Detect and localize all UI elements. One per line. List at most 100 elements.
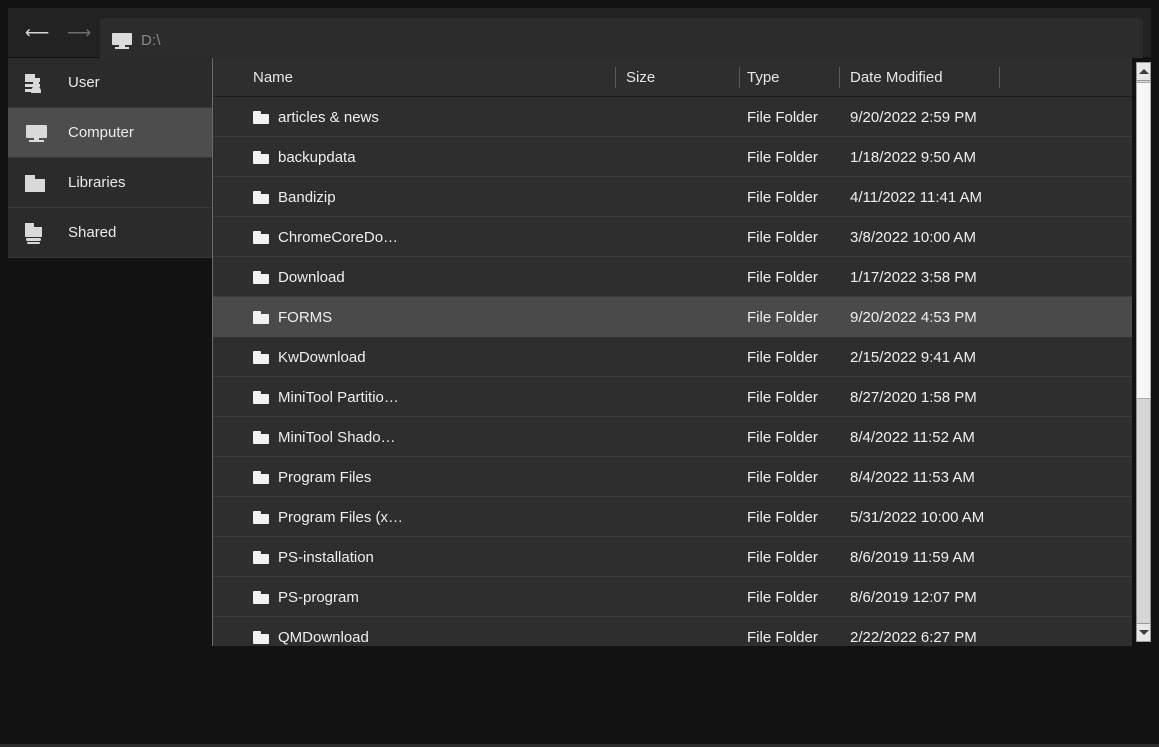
sidebar-item-user[interactable]: User <box>8 58 212 108</box>
table-row[interactable]: backupdata File Folder 1/18/2022 9:50 AM <box>213 137 1151 177</box>
cell-date-modified: 5/31/2022 10:00 AM <box>850 508 985 526</box>
cell-type: File Folder <box>747 468 818 486</box>
cell-name: MiniTool Shado… <box>253 417 453 457</box>
file-name-text: PS-installation <box>278 548 374 566</box>
cell-type: File Folder <box>747 588 818 606</box>
column-header-type[interactable]: Type <box>747 58 837 97</box>
file-name-text: MiniTool Shado… <box>278 428 396 446</box>
table-row[interactable]: Bandizip File Folder 4/11/2022 11:41 AM <box>213 177 1151 217</box>
cell-name: PS-program <box>253 577 453 617</box>
cell-type: File Folder <box>747 228 818 246</box>
cell-date-modified: 8/6/2019 12:07 PM <box>850 588 977 606</box>
table-row[interactable]: ChromeCoreDo… File Folder 3/8/2022 10:00 A… <box>213 217 1151 257</box>
cell-type: File Folder <box>747 628 818 646</box>
cell-type: File Folder <box>747 388 818 406</box>
sidebar-item-computer[interactable]: Computer <box>8 108 212 158</box>
table-row[interactable]: Download File Folder 1/17/2022 3:58 PM <box>213 257 1151 297</box>
sidebar-item-label: Libraries <box>68 174 126 191</box>
table-row[interactable]: Program Files (x… File Folder 5/31/2022 10… <box>213 497 1151 537</box>
sidebar-item-label: Shared <box>68 224 117 241</box>
column-divider[interactable] <box>999 67 1000 88</box>
cell-date-modified: 8/4/2022 11:52 AM <box>850 428 975 446</box>
scrollbar-thumb[interactable] <box>1136 82 1151 399</box>
cell-name: MiniTool Partitio… <box>253 377 453 417</box>
cell-type: File Folder <box>747 348 818 366</box>
back-arrow-icon[interactable]: ⟵ <box>16 8 58 57</box>
cell-date-modified: 8/4/2022 11:53 AM <box>850 468 975 486</box>
cell-size <box>626 337 736 377</box>
folder-icon <box>253 350 269 364</box>
user-folder-icon <box>25 73 49 93</box>
cell-type: File Folder <box>747 308 818 326</box>
cell-size <box>626 457 736 497</box>
file-name-text: Download <box>278 268 345 286</box>
folder-icon <box>253 390 269 404</box>
cell-date-modified: 9/20/2022 2:59 PM <box>850 108 977 126</box>
computer-icon <box>112 32 132 49</box>
sidebar-item-label: Computer <box>68 124 134 141</box>
table-row[interactable]: MiniTool Partitio… File Folder 8/27/2020 1… <box>213 377 1151 417</box>
folder-icon <box>253 590 269 604</box>
forward-arrow-icon[interactable]: ⟶ <box>58 8 100 57</box>
cell-type: File Folder <box>747 148 818 166</box>
cell-date-modified: 4/11/2022 11:41 AM <box>850 188 983 206</box>
triangle-down-icon <box>1138 630 1149 635</box>
sidebar-item-shared[interactable]: Shared <box>8 208 212 258</box>
cell-name: backupdata <box>253 137 453 177</box>
cell-date-modified: 2/15/2022 9:41 AM <box>850 348 976 366</box>
cell-name: KwDownload <box>253 337 453 377</box>
cell-name: Program Files (x… <box>253 497 453 537</box>
cell-name: QMDownload <box>253 617 453 645</box>
sidebar-item-libraries[interactable]: Libraries <box>8 158 212 208</box>
table-row[interactable]: QMDownload File Folder 2/22/2022 6:27 PM <box>213 617 1151 645</box>
cell-date-modified: 2/22/2022 6:27 PM <box>850 628 977 646</box>
cell-date-modified: 8/27/2020 1:58 PM <box>850 388 977 406</box>
address-bar[interactable]: D:\ <box>100 18 1143 63</box>
file-name-text: Bandizip <box>278 188 336 206</box>
dialog-footer: OK Cancel <box>0 647 1159 747</box>
address-path-text: D:\ <box>141 32 161 49</box>
cell-type: File Folder <box>747 188 818 206</box>
scroll-down-button[interactable] <box>1136 623 1151 642</box>
table-row[interactable]: PS-program File Folder 8/6/2019 12:07 PM <box>213 577 1151 617</box>
folder-icon <box>253 430 269 444</box>
column-divider[interactable] <box>615 67 616 88</box>
sidebar: User Computer Libraries Shared <box>8 58 212 258</box>
table-row[interactable]: PS-installation File Folder 8/6/2019 11:59… <box>213 537 1151 577</box>
column-header-name[interactable]: Name <box>253 58 453 97</box>
folder-icon <box>253 630 269 644</box>
cell-name: articles & news <box>253 97 453 137</box>
column-header-date-modified[interactable]: Date Modified <box>850 58 1050 97</box>
cell-size <box>626 217 736 257</box>
folder-icon <box>25 173 49 193</box>
cell-name: PS-installation <box>253 537 453 577</box>
cell-name: FORMS <box>253 297 453 337</box>
table-row[interactable]: MiniTool Shado… File Folder 8/4/2022 11:52… <box>213 417 1151 457</box>
cell-type: File Folder <box>747 548 818 566</box>
column-divider[interactable] <box>839 67 840 88</box>
table-row[interactable]: KwDownload File Folder 2/15/2022 9:41 AM <box>213 337 1151 377</box>
vertical-scrollbar[interactable] <box>1132 58 1151 646</box>
file-list-panel: Name Size Type Date Modified articles & … <box>212 58 1151 646</box>
scroll-up-button[interactable] <box>1136 62 1151 81</box>
table-row[interactable]: FORMS File Folder 9/20/2022 4:53 PM <box>213 297 1151 337</box>
cell-size <box>626 617 736 645</box>
triangle-up-icon <box>1138 69 1149 74</box>
table-row[interactable]: articles & news File Folder 9/20/2022 2:59… <box>213 97 1151 137</box>
folder-icon <box>253 470 269 484</box>
table-row[interactable]: Program Files File Folder 8/4/2022 11:53 A… <box>213 457 1151 497</box>
cell-size <box>626 257 736 297</box>
file-name-text: Program Files <box>278 468 372 486</box>
file-name-text: articles & news <box>278 108 379 126</box>
file-name-text: backupdata <box>278 148 356 166</box>
column-divider[interactable] <box>739 67 740 88</box>
file-picker-dialog: ⟵ ⟶ D:\ User Computer Libraries Shared N… <box>0 0 1159 747</box>
file-name-text: QMDownload <box>278 628 369 646</box>
cell-size <box>626 417 736 457</box>
file-list-rows: articles & news File Folder 9/20/2022 2:59… <box>213 97 1151 645</box>
cell-date-modified: 3/8/2022 10:00 AM <box>850 228 976 246</box>
cell-date-modified: 8/6/2019 11:59 AM <box>850 548 975 566</box>
cell-date-modified: 9/20/2022 4:53 PM <box>850 308 977 326</box>
file-list-header: Name Size Type Date Modified <box>213 58 1151 97</box>
column-header-size[interactable]: Size <box>626 58 736 97</box>
